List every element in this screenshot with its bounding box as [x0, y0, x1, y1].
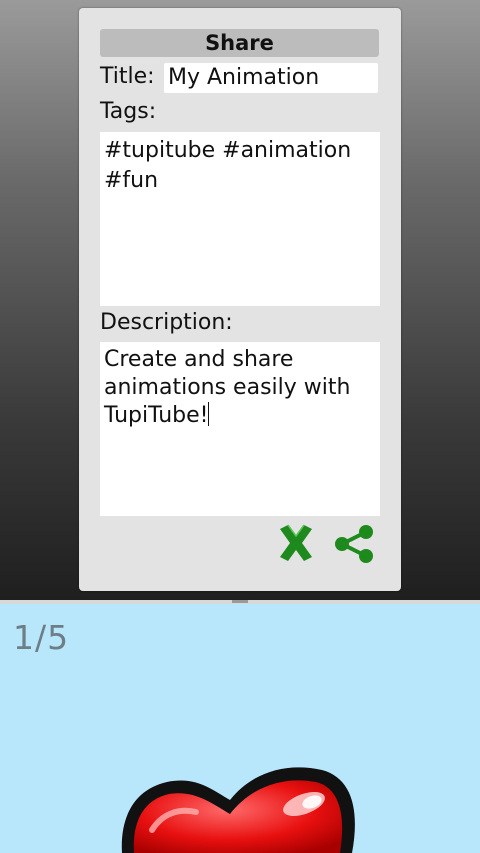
frame-counter: 1/5: [13, 618, 70, 657]
divider-handle[interactable]: [232, 600, 248, 603]
share-icon: [335, 525, 373, 563]
title-input[interactable]: My Animation: [164, 63, 378, 93]
heart-icon: [121, 767, 355, 853]
heart-drawing: [112, 760, 362, 853]
app-screen: Share Title: My Animation Tags: #tupitub…: [0, 0, 480, 853]
text-caret: [208, 402, 210, 426]
title-label: Title:: [100, 64, 155, 89]
share-dialog: Share Title: My Animation Tags: #tupitub…: [79, 8, 401, 591]
description-textarea[interactable]: Create and share animations easily with …: [100, 342, 380, 516]
tags-label: Tags:: [100, 99, 157, 124]
description-text: Create and share animations easily with …: [104, 347, 351, 428]
description-label: Description:: [100, 310, 233, 335]
dialog-title: Share: [100, 29, 379, 57]
tags-textarea[interactable]: #tupitube #animation #fun: [100, 132, 380, 306]
share-button[interactable]: [333, 523, 375, 565]
cancel-button[interactable]: [277, 523, 315, 563]
tags-text: #tupitube #animation #fun: [104, 138, 352, 193]
cancel-x-icon: [280, 524, 312, 561]
